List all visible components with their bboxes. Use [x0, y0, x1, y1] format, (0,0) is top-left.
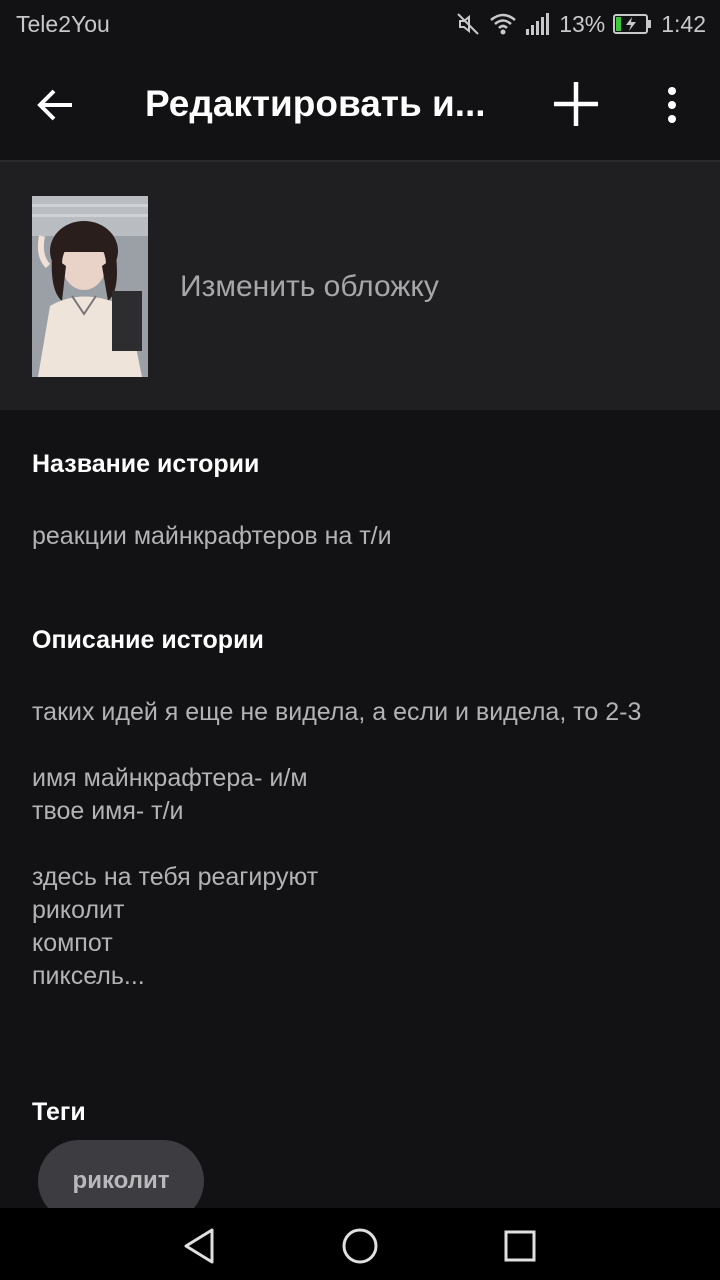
- story-description-field[interactable]: таких идей я еще не видела, а если и вид…: [32, 696, 692, 993]
- story-description-heading: Описание истории: [32, 626, 264, 654]
- mute-icon: [455, 11, 481, 37]
- story-name-heading: Название истории: [32, 450, 260, 478]
- wifi-icon: [489, 12, 517, 36]
- back-arrow-icon: [37, 89, 72, 121]
- nav-home-icon[interactable]: [340, 1226, 380, 1266]
- nav-recents-icon[interactable]: [500, 1226, 540, 1266]
- more-options-button[interactable]: [654, 82, 690, 128]
- story-name-field[interactable]: реакции майнкрафтеров на т/и: [32, 520, 692, 553]
- tags-heading: Теги: [32, 1098, 86, 1126]
- plus-icon: [554, 82, 598, 126]
- status-icons: 13% 1:42: [455, 9, 706, 39]
- carrier-name: Tele2You: [16, 11, 110, 37]
- cover-section[interactable]: Изменить обложку: [0, 162, 720, 410]
- change-cover-button[interactable]: Изменить обложку: [180, 270, 439, 304]
- back-button[interactable]: [30, 82, 82, 128]
- status-bar: Tele2You 13% 1:42: [0, 0, 720, 50]
- signal-icon: [525, 12, 551, 36]
- clock: 1:42: [661, 10, 706, 37]
- system-nav-bar: [0, 1208, 720, 1280]
- more-vert-icon: [668, 87, 676, 123]
- page-title: Редактировать и...: [145, 83, 486, 124]
- add-part-button[interactable]: [550, 78, 602, 130]
- battery-charging-icon: [613, 13, 653, 35]
- nav-back-icon[interactable]: [180, 1226, 220, 1266]
- app-bar: Редактировать и...: [0, 50, 720, 162]
- cover-image[interactable]: [32, 196, 148, 377]
- battery-percent: 13%: [559, 10, 606, 37]
